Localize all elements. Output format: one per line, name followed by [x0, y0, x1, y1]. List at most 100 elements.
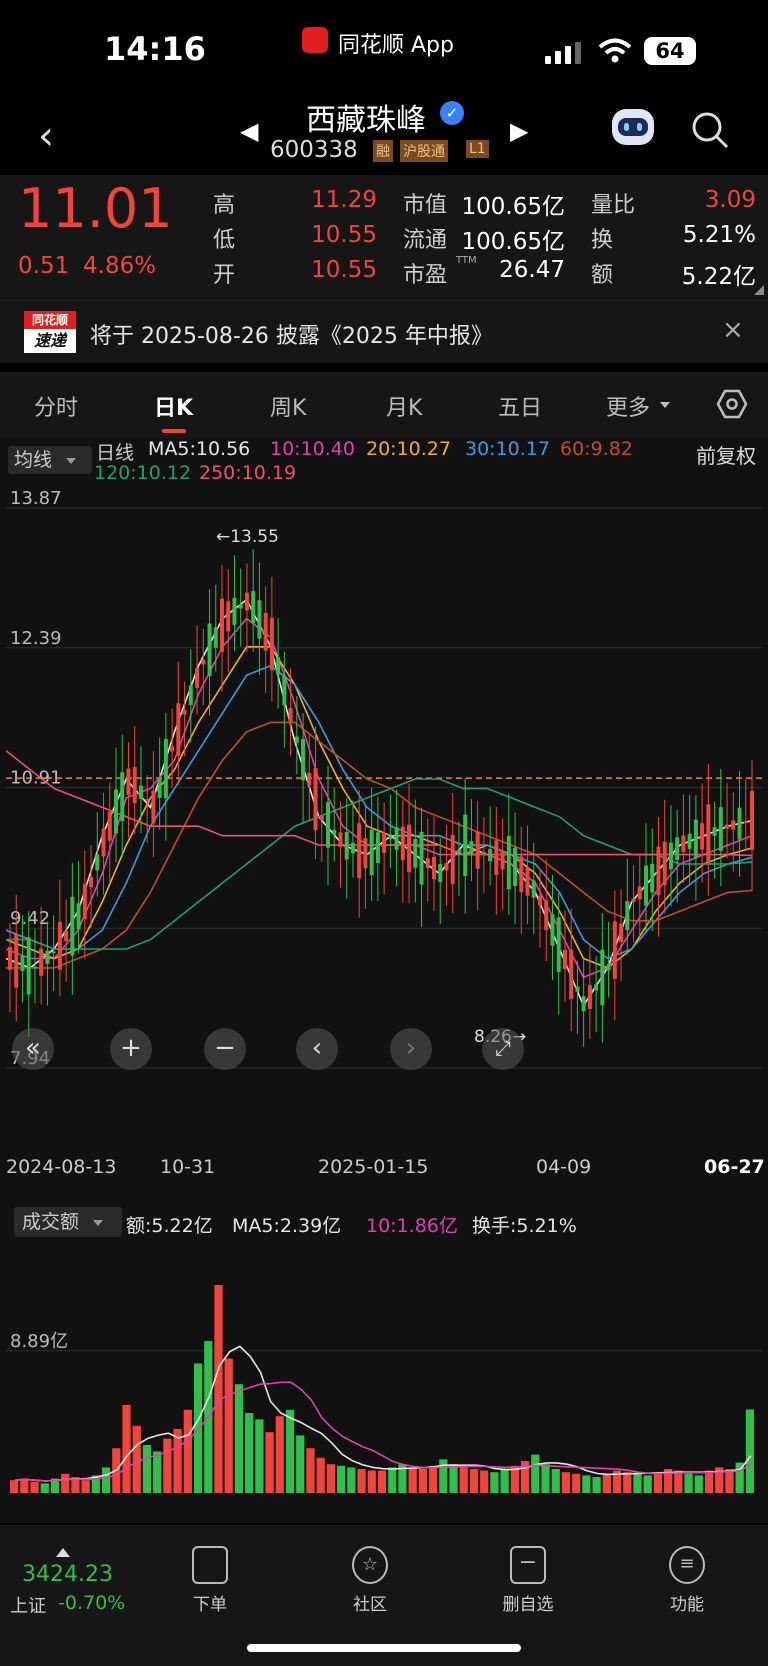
float-cap-value: 100.65亿 — [461, 229, 565, 255]
volume-bar — [633, 1473, 642, 1493]
volume-bar — [285, 1409, 295, 1493]
scroll-start-button[interactable]: « — [12, 1028, 54, 1070]
candle-body — [382, 832, 387, 854]
turnover-value: 5.21% — [682, 222, 756, 248]
volume-amount-legend: 额:5.22亿 — [126, 1215, 213, 1237]
signal-icon — [545, 42, 585, 64]
candle-body — [400, 826, 405, 861]
volume-ratio-label: 量比 — [591, 193, 636, 218]
x-tick: 04-09 — [536, 1156, 592, 1178]
volume-bar — [193, 1363, 203, 1493]
back-icon[interactable]: ‹ — [38, 113, 54, 159]
high-value: 11.29 — [311, 187, 377, 213]
candle-body — [737, 807, 742, 840]
candle-body — [176, 703, 181, 756]
verified-icon: ✓ — [440, 101, 464, 125]
volume-bar — [674, 1470, 683, 1493]
amount-value: 5.22亿 — [681, 264, 756, 290]
volume-selector-label: 成交额 — [22, 1211, 80, 1233]
scroll-right-button[interactable]: › — [390, 1028, 432, 1070]
zoom-in-button[interactable]: + — [110, 1028, 152, 1070]
robot-assistant-icon[interactable] — [612, 109, 654, 145]
volume-bar — [469, 1469, 479, 1493]
candle-body — [138, 785, 143, 800]
volume-bar — [40, 1483, 49, 1493]
volume-selector[interactable]: 成交额 — [14, 1207, 122, 1237]
volume-bar — [30, 1481, 39, 1493]
candle-body — [120, 772, 125, 822]
candle-body — [625, 901, 630, 931]
volume-bar — [265, 1432, 274, 1493]
candle-body — [556, 917, 561, 973]
volume-bar — [367, 1470, 376, 1493]
candle-body — [251, 591, 256, 624]
bottom-nav: 3424.23 上证 -0.70% 下单 ☆ 社区 − 删自选 ≡ 功能 — [0, 1525, 768, 1666]
candle-body — [718, 807, 723, 851]
candle-body — [26, 937, 31, 995]
volume-bar — [306, 1448, 315, 1493]
volume-bar — [449, 1464, 458, 1493]
candle-body — [693, 819, 698, 859]
candle-body — [51, 951, 56, 954]
settings-hexagon-icon[interactable] — [716, 388, 748, 420]
candle-body — [307, 772, 312, 786]
nav-order[interactable]: 下单 — [160, 1546, 260, 1615]
volume-ma10-legend: 10:1.86亿 — [366, 1215, 458, 1237]
candle-body — [301, 739, 306, 781]
up-arrow-icon — [56, 1548, 70, 1557]
volume-bar — [623, 1472, 632, 1493]
search-icon[interactable] — [690, 110, 730, 150]
zoom-out-button[interactable]: − — [204, 1028, 246, 1070]
candle-body — [45, 950, 50, 964]
volume-bar — [531, 1454, 540, 1493]
price-change: 0.51 — [18, 253, 70, 279]
candle-body — [569, 949, 574, 1000]
tab-intraday[interactable]: 分时 — [34, 390, 78, 422]
tab-more[interactable]: 更多 — [606, 390, 650, 422]
next-stock-icon[interactable]: ▶ — [510, 117, 528, 145]
nav-community-label: 社区 — [353, 1595, 387, 1615]
prev-stock-icon[interactable]: ◀ — [240, 117, 258, 145]
expand-corner-icon[interactable] — [754, 285, 764, 295]
volume-bar — [602, 1473, 611, 1493]
volume-chart[interactable]: 8.89亿 — [6, 1243, 762, 1505]
candle-body — [89, 876, 94, 888]
x-axis-labels: 2024-08-13 10-31 2025-01-15 04-09 06-27 — [0, 1156, 768, 1186]
y-tick-label: 12.39 — [10, 628, 62, 649]
volume-bar — [234, 1384, 244, 1493]
candle-body — [188, 685, 193, 706]
index-name: 上证 — [10, 1596, 46, 1617]
scroll-left-button[interactable]: ‹ — [296, 1028, 338, 1070]
nav-functions[interactable]: ≡ 功能 — [637, 1546, 737, 1615]
candle-body — [232, 597, 237, 625]
candle-body — [575, 986, 580, 992]
adjust-mode[interactable]: 前复权 — [696, 440, 756, 469]
candle-body — [163, 738, 168, 799]
candle-body — [132, 767, 137, 803]
tab-monthly-k[interactable]: 月K — [386, 390, 422, 422]
volume-bar — [561, 1472, 571, 1493]
tab-weekly-k[interactable]: 周K — [270, 390, 306, 422]
volume-bar — [132, 1425, 141, 1493]
amount-label: 额 — [591, 263, 614, 288]
app-name: 同花顺 App — [338, 33, 454, 58]
candle-body — [463, 814, 468, 877]
ma20-legend: 20:10.27 — [366, 438, 451, 460]
candle-body — [182, 710, 187, 715]
close-icon[interactable]: × — [722, 315, 744, 345]
ma-selector[interactable]: 均线 — [8, 446, 92, 474]
notice-bar[interactable]: 同花顺 速递 将于 2025-08-26 披露《2025 年中报》 × — [0, 300, 768, 363]
volume-bar — [10, 1480, 19, 1493]
tab-daily-k[interactable]: 日K — [154, 390, 193, 422]
candle-body — [700, 823, 705, 850]
candle-body — [712, 827, 717, 836]
high-label: 高 — [213, 193, 236, 218]
status-bar: 14:16 同花顺 App 64 — [0, 0, 768, 95]
nav-community[interactable]: ☆ 社区 — [320, 1546, 420, 1615]
tab-five-day[interactable]: 五日 — [498, 390, 542, 422]
index-widget[interactable]: 3424.23 上证 -0.70% — [10, 1538, 150, 1628]
candle-body — [32, 966, 37, 969]
price-change-pct: 4.86% — [83, 253, 157, 279]
nav-remove-watchlist[interactable]: − 删自选 — [478, 1546, 578, 1615]
fullscreen-button[interactable]: ⤢ — [482, 1028, 524, 1070]
